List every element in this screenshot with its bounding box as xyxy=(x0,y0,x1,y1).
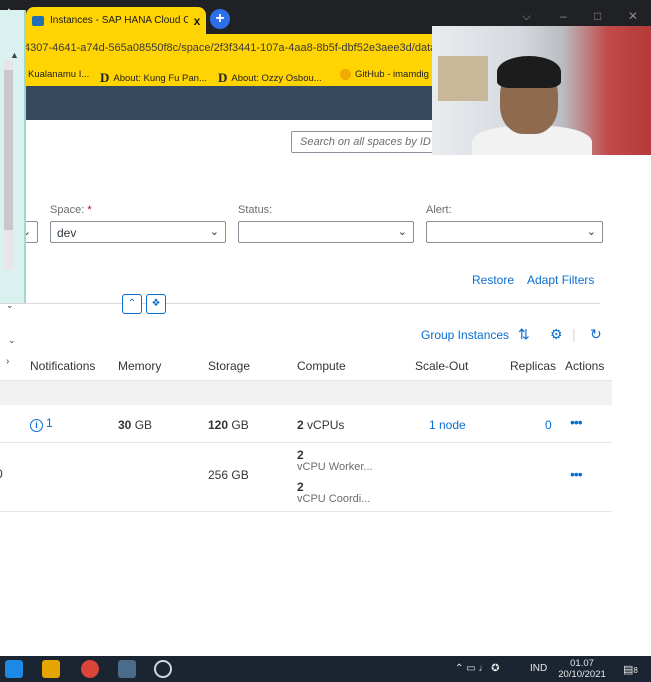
status-select[interactable]: ⌄ xyxy=(238,221,414,243)
bookmark-item[interactable]: Kualanamu I... xyxy=(28,69,89,80)
compute-coordinator-value: 2 xyxy=(297,480,304,494)
row-actions-button[interactable]: ••• xyxy=(570,414,583,430)
side-dropdown-panel[interactable]: ▲ ⌄ xyxy=(0,10,26,310)
chevron-down-icon[interactable]: ⌄ xyxy=(6,300,14,311)
memory-cell: 30 GB xyxy=(118,418,153,432)
url-text[interactable]: 4307-4641-a74d-565a08550f8c/space/2f3f34… xyxy=(24,42,436,54)
replicas-link[interactable]: 0 xyxy=(545,418,552,432)
collapse-header-button[interactable]: ⌃ xyxy=(122,294,142,314)
pin-icon: ❖ xyxy=(151,298,161,309)
dbpedia-icon: D xyxy=(218,70,228,85)
clock-date: 20/10/2021 xyxy=(558,669,606,680)
alert-select[interactable]: ⌄ xyxy=(426,221,603,243)
cut-off-cell: 0 xyxy=(0,467,3,481)
space-filter-label: Space: * xyxy=(50,204,92,216)
chevron-down-icon[interactable]: ⌄ xyxy=(8,335,16,346)
column-header-storage[interactable]: Storage xyxy=(208,359,250,373)
tray-icons[interactable]: ⌃ ▭ ♩ ✪ xyxy=(455,663,500,674)
panel-scroll-thumb[interactable] xyxy=(4,70,13,230)
column-header-replicas[interactable]: Replicas xyxy=(510,359,556,373)
info-icon: i xyxy=(30,419,43,432)
mail-icon[interactable] xyxy=(5,660,23,678)
space-select-value: dev xyxy=(57,226,77,240)
chevron-down-icon: ⌄ xyxy=(397,226,407,238)
group-header-row[interactable] xyxy=(0,381,612,405)
pin-header-button[interactable]: ❖ xyxy=(146,294,166,314)
chevron-right-icon[interactable]: › xyxy=(6,356,9,367)
refresh-icon[interactable]: ↻ xyxy=(590,326,602,343)
clock-time: 01.07 xyxy=(570,658,594,669)
compute-coordinator-label: vCPU Coordi... xyxy=(297,493,371,505)
compute-cell: 2 vCPUs xyxy=(297,418,345,432)
sort-icon[interactable]: ⇅ xyxy=(518,326,530,343)
compute-worker-label: vCPU Worker... xyxy=(297,461,373,473)
tab-search-chevron-icon[interactable]: ⌵ xyxy=(522,9,531,24)
header-divider xyxy=(0,303,600,304)
row-divider xyxy=(0,511,612,512)
clock[interactable]: 01.07 20/10/2021 xyxy=(556,658,608,680)
column-header-actions[interactable]: Actions xyxy=(565,359,604,373)
close-window-button[interactable]: ✕ xyxy=(628,9,638,23)
dbpedia-icon: D xyxy=(100,70,110,85)
space-select[interactable]: dev ⌄ xyxy=(50,221,226,243)
maximize-button[interactable]: □ xyxy=(594,9,601,23)
webcam-overlay xyxy=(432,26,651,155)
alert-filter-label: Alert: xyxy=(426,204,452,216)
sublime-text-icon[interactable] xyxy=(42,660,60,678)
column-header-memory[interactable]: Memory xyxy=(118,359,161,373)
tab-title: Instances - SAP HANA Cloud Ce xyxy=(50,15,188,26)
browser-tab-active[interactable]: Instances - SAP HANA Cloud Ce x xyxy=(26,7,206,34)
status-filter-label: Status: xyxy=(238,204,273,216)
bookmark-item[interactable]: D About: Ozzy Osbou... xyxy=(218,69,322,85)
storage-cell: 120 GB xyxy=(208,418,249,432)
tab-close-button[interactable]: x xyxy=(188,14,206,28)
background-shelf xyxy=(438,56,488,101)
restore-button[interactable]: Restore xyxy=(472,273,514,287)
toolbar-separator: | xyxy=(572,326,576,342)
column-header-notifications[interactable]: Notifications xyxy=(30,359,95,373)
scale-out-link[interactable]: 1 node xyxy=(429,418,466,432)
sap-favicon-icon xyxy=(32,15,44,26)
github-desktop-icon[interactable] xyxy=(154,660,172,678)
notifications-cell[interactable]: i1 xyxy=(30,416,53,432)
file-explorer-icon[interactable] xyxy=(118,660,136,678)
bookmark-item[interactable]: D About: Kung Fu Pan... xyxy=(100,69,207,85)
chrome-icon[interactable] xyxy=(81,660,99,678)
chevron-down-icon: ⌄ xyxy=(586,226,596,238)
row-actions-button[interactable]: ••• xyxy=(570,466,583,482)
compute-worker-value: 2 xyxy=(297,448,304,462)
minimize-button[interactable]: – xyxy=(560,9,567,23)
github-icon xyxy=(340,69,351,80)
row-divider xyxy=(0,442,612,443)
settings-gear-icon[interactable]: ⚙ xyxy=(550,326,563,343)
storage-cell: 256 GB xyxy=(208,468,249,482)
required-mark: * xyxy=(87,204,92,216)
chevron-up-icon: ⌃ xyxy=(127,298,137,309)
chevron-down-icon: ⌄ xyxy=(209,226,219,238)
windows-taskbar: ⌃ ▭ ♩ ✪ IND 01.07 20/10/2021 ▤8 xyxy=(0,656,651,682)
notification-center-icon[interactable]: ▤8 xyxy=(623,663,638,676)
new-tab-button[interactable]: + xyxy=(210,9,230,29)
column-header-compute[interactable]: Compute xyxy=(297,359,346,373)
person-hair xyxy=(497,56,561,88)
search-input[interactable]: Search on all spaces by ID xyxy=(291,131,436,153)
language-indicator[interactable]: IND xyxy=(530,663,547,674)
bookmark-item[interactable]: GitHub - imamdig xyxy=(340,69,429,80)
adapt-filters-button[interactable]: Adapt Filters xyxy=(527,273,594,287)
chevron-up-icon[interactable]: ▲ xyxy=(10,50,19,60)
column-header-scale-out[interactable]: Scale-Out xyxy=(415,359,468,373)
group-instances-button[interactable]: Group Instances xyxy=(421,328,509,342)
